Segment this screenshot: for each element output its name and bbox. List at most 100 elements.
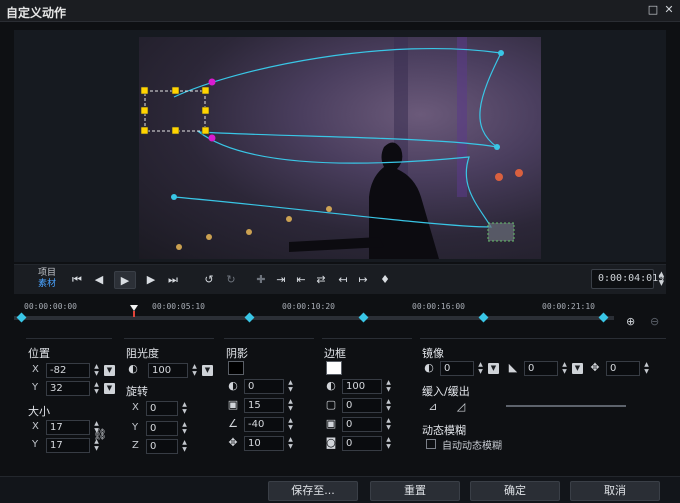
border-corner-spinner[interactable]: ▲ ▼ bbox=[384, 436, 393, 451]
border-opacity-spinner[interactable]: ▲ ▼ bbox=[384, 379, 393, 394]
go-to-start-icon[interactable]: ⏮ bbox=[68, 271, 86, 289]
end-position-box[interactable] bbox=[487, 222, 515, 242]
zoom-in-icon[interactable]: ⊕ bbox=[626, 315, 640, 329]
timecode-up-icon[interactable]: ▲ bbox=[657, 270, 666, 278]
shadow-angle-input[interactable]: -40 bbox=[244, 417, 284, 432]
clip-mode-label[interactable]: 素材 bbox=[38, 279, 56, 290]
project-mode-label[interactable]: 项目 bbox=[38, 268, 56, 279]
mirror-fade-dropdown[interactable]: ▼ bbox=[572, 363, 583, 374]
mirror-fade-input[interactable]: 0 bbox=[524, 361, 558, 376]
timecode-down-icon[interactable]: ▼ bbox=[657, 279, 666, 287]
size-y-input[interactable]: 17 bbox=[46, 438, 90, 453]
shadow-blur-input[interactable]: 15 bbox=[244, 398, 284, 413]
playhead-marker[interactable] bbox=[130, 305, 138, 317]
link-icon[interactable]: ⛓ bbox=[93, 428, 107, 442]
auto-motion-blur-checkbox[interactable] bbox=[426, 439, 436, 449]
mirror-opacity-spinner[interactable]: ▲ ▼ bbox=[476, 361, 485, 376]
timeline-ruler[interactable]: 00:00:00:00 00:00:05:10 00:00:10:20 00:0… bbox=[14, 300, 614, 330]
border-corner-input[interactable]: 0 bbox=[342, 436, 382, 451]
next-frame-icon[interactable]: ▶︎ bbox=[142, 271, 160, 289]
shadow-distance-input[interactable]: 10 bbox=[244, 436, 284, 451]
border-blur-spinner[interactable]: ▲ ▼ bbox=[384, 417, 393, 432]
shadow-blur-spinner[interactable]: ▲ ▼ bbox=[286, 398, 295, 413]
move-left-icon[interactable]: ↤ bbox=[334, 271, 352, 289]
play-icon[interactable]: ▶ bbox=[114, 271, 136, 289]
zoom-out-icon[interactable]: ⊖ bbox=[650, 315, 664, 329]
skew-handle[interactable] bbox=[208, 134, 216, 142]
resize-handle[interactable] bbox=[201, 86, 210, 95]
resize-handle[interactable] bbox=[171, 86, 180, 95]
redo-icon[interactable]: ↻ bbox=[222, 271, 240, 289]
close-icon[interactable]: ✕ bbox=[662, 3, 676, 17]
resize-handle[interactable] bbox=[140, 106, 149, 115]
border-blur-input[interactable]: 0 bbox=[342, 417, 382, 432]
opacity-dropdown[interactable]: ▼ bbox=[202, 365, 213, 376]
keyframe-marker[interactable] bbox=[478, 312, 489, 323]
mirror-opacity-dropdown[interactable]: ▼ bbox=[488, 363, 499, 374]
remove-keyframe-icon[interactable]: ⇥ bbox=[272, 271, 290, 289]
resize-handle[interactable] bbox=[171, 126, 180, 135]
preview-video[interactable] bbox=[139, 37, 541, 259]
move-right-icon[interactable]: ↦ bbox=[354, 271, 372, 289]
rotation-z-spinner[interactable]: ▲ ▼ bbox=[180, 439, 189, 454]
position-x-spinner[interactable]: ▲ ▼ bbox=[92, 363, 101, 378]
position-y-dropdown[interactable]: ▼ bbox=[104, 383, 115, 394]
ok-button[interactable]: 确定 bbox=[470, 481, 560, 501]
ease-out-icon[interactable]: ◿ bbox=[454, 400, 468, 414]
rotation-x-spinner[interactable]: ▲ ▼ bbox=[180, 401, 189, 416]
border-width-input[interactable]: 0 bbox=[342, 398, 382, 413]
rotation-z-input[interactable]: 0 bbox=[146, 439, 178, 454]
shadow-distance-spinner[interactable]: ▲ ▼ bbox=[286, 436, 295, 451]
resize-handle[interactable] bbox=[201, 126, 210, 135]
motion-path-overlay[interactable] bbox=[139, 37, 541, 259]
rotation-x-input[interactable]: 0 bbox=[146, 401, 178, 416]
path-keyframe-point[interactable] bbox=[498, 50, 504, 56]
add-keyframe-icon[interactable]: ✚ bbox=[252, 271, 270, 289]
mirror-distance-spinner[interactable]: ▲ ▼ bbox=[642, 361, 651, 376]
keyframe-track[interactable] bbox=[14, 316, 614, 320]
keyframe-marker[interactable] bbox=[244, 312, 255, 323]
swap-keyframe-icon[interactable]: ⇄ bbox=[312, 271, 330, 289]
path-keyframe-point[interactable] bbox=[171, 194, 177, 200]
border-color-swatch[interactable] bbox=[326, 361, 342, 375]
position-x-dropdown[interactable]: ▼ bbox=[104, 365, 115, 376]
reset-button[interactable]: 重置 bbox=[370, 481, 460, 501]
keyframe-marker[interactable] bbox=[16, 312, 27, 323]
border-opacity-input[interactable]: 100 bbox=[342, 379, 382, 394]
rotate-handle[interactable] bbox=[208, 78, 216, 86]
keyframe-marker[interactable] bbox=[358, 312, 369, 323]
path-keyframe-point[interactable] bbox=[494, 144, 500, 150]
motion-path[interactable] bbox=[173, 47, 502, 228]
reverse-keyframe-icon[interactable]: ⇤ bbox=[292, 271, 310, 289]
position-y-spinner[interactable]: ▲ ▼ bbox=[92, 381, 101, 396]
save-to-button[interactable]: 保存至... bbox=[268, 481, 358, 501]
resize-handle[interactable] bbox=[140, 126, 149, 135]
shadow-opacity-input[interactable]: 0 bbox=[244, 379, 284, 394]
opacity-spinner[interactable]: ▲ ▼ bbox=[190, 363, 199, 378]
rotation-y-input[interactable]: 0 bbox=[146, 421, 178, 436]
position-x-input[interactable]: -82 bbox=[46, 363, 90, 378]
shadow-color-swatch[interactable] bbox=[228, 361, 244, 375]
position-y-input[interactable]: 32 bbox=[46, 381, 90, 396]
maximize-icon[interactable]: □ bbox=[646, 3, 660, 17]
timecode-display[interactable]: 0:00:04:019 bbox=[591, 269, 664, 289]
go-to-end-icon[interactable]: ⏭ bbox=[164, 271, 182, 289]
undo-icon[interactable]: ↺ bbox=[200, 271, 218, 289]
size-x-input[interactable]: 17 bbox=[46, 420, 90, 435]
border-width-spinner[interactable]: ▲ ▼ bbox=[384, 398, 393, 413]
previous-frame-icon[interactable]: ◀︎ bbox=[90, 271, 108, 289]
shadow-angle-spinner[interactable]: ▲ ▼ bbox=[286, 417, 295, 432]
keyframe-options-icon[interactable]: ♦ bbox=[376, 271, 394, 289]
mirror-opacity-input[interactable]: 0 bbox=[440, 361, 474, 376]
rotation-y-spinner[interactable]: ▲ ▼ bbox=[180, 421, 189, 436]
opacity-input[interactable]: 100 bbox=[148, 363, 188, 378]
mirror-fade-spinner[interactable]: ▲ ▼ bbox=[560, 361, 569, 376]
resize-handle[interactable] bbox=[140, 86, 149, 95]
ease-slider-track[interactable] bbox=[506, 405, 626, 407]
cancel-button[interactable]: 取消 bbox=[570, 481, 660, 501]
keyframe-marker[interactable] bbox=[598, 312, 609, 323]
mirror-distance-input[interactable]: 0 bbox=[606, 361, 640, 376]
resize-handle[interactable] bbox=[201, 106, 210, 115]
shadow-opacity-spinner[interactable]: ▲ ▼ bbox=[286, 379, 295, 394]
ease-in-icon[interactable]: ⊿ bbox=[426, 400, 440, 414]
